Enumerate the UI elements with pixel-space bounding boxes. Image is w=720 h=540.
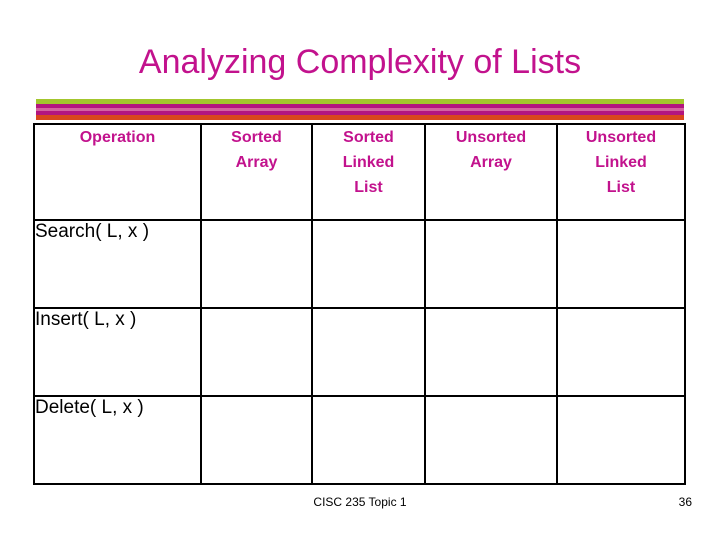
- cell-insert-unsorted-array[interactable]: [424, 307, 558, 397]
- column-header-unsorted-linked-list-line1: Unsorted: [585, 129, 657, 146]
- cell-search-unsorted-array[interactable]: [424, 219, 558, 309]
- page-title: Analyzing Complexity of Lists: [138, 43, 582, 81]
- cell-search-sorted-array[interactable]: [200, 219, 313, 309]
- column-header-sorted-linked-list-line1: Sorted: [343, 129, 394, 146]
- cell-delete-sorted-linked-list[interactable]: [311, 395, 426, 485]
- column-header-unsorted-linked-list: Unsorted Linked List: [556, 123, 686, 221]
- column-header-operation-line1: Operation: [79, 129, 156, 146]
- footer-course-label: CISC 235 Topic 1: [313, 495, 407, 509]
- table-row: Search( L, x ): [33, 219, 686, 309]
- table-row: Insert( L, x ): [33, 307, 686, 397]
- column-header-sorted-array-line1: Sorted: [231, 129, 282, 146]
- column-header-operation: Operation: [33, 123, 202, 221]
- column-header-sorted-linked-list-line3: List: [354, 179, 383, 196]
- column-header-unsorted-linked-list-line3: List: [606, 179, 636, 196]
- cell-delete-unsorted-linked-list[interactable]: [556, 395, 686, 485]
- column-header-sorted-array-line2: Array: [235, 154, 278, 171]
- column-header-sorted-array: Sorted Array: [200, 123, 313, 221]
- row-label-insert: Insert( L, x ): [33, 307, 202, 397]
- slide-canvas: Analyzing Complexity of Lists Operation …: [0, 0, 720, 540]
- cell-delete-unsorted-array[interactable]: [424, 395, 558, 485]
- cell-delete-sorted-array[interactable]: [200, 395, 313, 485]
- row-label-search: Search( L, x ): [33, 219, 202, 309]
- table-header-row: Operation Sorted Array Sorted Linked Lis…: [33, 123, 686, 221]
- column-header-unsorted-array-line2: Array: [470, 154, 512, 171]
- cell-insert-sorted-linked-list[interactable]: [311, 307, 426, 397]
- complexity-table: Operation Sorted Array Sorted Linked Lis…: [33, 123, 686, 485]
- cell-insert-unsorted-linked-list[interactable]: [556, 307, 686, 397]
- cell-search-unsorted-linked-list[interactable]: [556, 219, 686, 309]
- column-header-sorted-linked-list: Sorted Linked List: [311, 123, 426, 221]
- table-row: Delete( L, x ): [33, 395, 686, 485]
- title-divider-rules: [36, 99, 684, 121]
- column-header-unsorted-linked-list-line2: Linked: [595, 154, 647, 171]
- orange-rule: [36, 115, 684, 120]
- column-header-unsorted-array: Unsorted Array: [424, 123, 558, 221]
- row-label-delete: Delete( L, x ): [33, 395, 202, 485]
- column-header-sorted-linked-list-line2: Linked: [342, 154, 395, 171]
- footer-page-number: 36: [678, 495, 692, 509]
- cell-search-sorted-linked-list[interactable]: [311, 219, 426, 309]
- column-header-unsorted-array-line1: Unsorted: [455, 129, 527, 146]
- cell-insert-sorted-array[interactable]: [200, 307, 313, 397]
